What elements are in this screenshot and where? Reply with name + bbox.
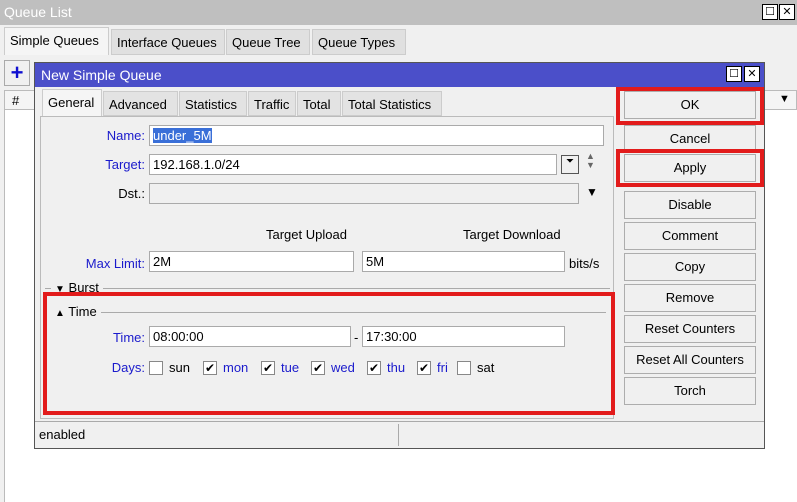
- time-section-label: Time: [68, 304, 97, 319]
- tab-traffic[interactable]: Traffic: [248, 91, 296, 116]
- burst-divider: [45, 288, 610, 289]
- checkbox-checked-icon[interactable]: ✔: [367, 360, 381, 375]
- day-label: sat: [477, 360, 495, 375]
- time-separator: -: [354, 330, 359, 345]
- remove-button[interactable]: Remove: [624, 284, 756, 312]
- close-icon[interactable]: ✕: [744, 66, 760, 82]
- time-highlight-box: [43, 292, 615, 415]
- checkbox-checked-icon[interactable]: ✔: [311, 360, 325, 375]
- reset-all-counters-button[interactable]: Reset All Counters: [624, 346, 756, 374]
- target-input[interactable]: 192.168.1.0/24: [149, 154, 557, 175]
- checkbox-checked-icon[interactable]: ✔: [417, 360, 431, 375]
- copy-button[interactable]: Copy: [624, 253, 756, 281]
- time-end-value: 17:30:00: [366, 329, 417, 344]
- status-divider: [398, 424, 399, 446]
- time-divider: [51, 312, 606, 313]
- status-bar: enabled: [35, 421, 764, 447]
- day-label: thu: [387, 360, 406, 375]
- comment-button[interactable]: Comment: [624, 222, 756, 250]
- day-sat[interactable]: sat: [457, 360, 497, 375]
- maximize-icon[interactable]: ☐: [726, 66, 742, 82]
- tab-interface-queues[interactable]: Interface Queues: [111, 29, 225, 55]
- checkbox-unchecked-icon[interactable]: [149, 360, 163, 375]
- apply-highlight-box: [616, 149, 764, 187]
- day-label: tue: [281, 360, 300, 375]
- close-icon[interactable]: ✕: [779, 4, 795, 20]
- tab-total[interactable]: Total: [297, 91, 341, 116]
- status-text: enabled: [39, 427, 86, 442]
- dialog-titlebar: New Simple Queue: [35, 63, 764, 87]
- day-label: sun: [169, 360, 190, 375]
- name-input[interactable]: under_5M: [149, 125, 604, 146]
- days-checkboxes: sun ✔ mon ✔ tue ✔ wed ✔ thu ✔ fri sat: [149, 360, 497, 375]
- max-limit-label: Max Limit:: [85, 256, 145, 271]
- upload-header: Target Upload: [266, 227, 347, 242]
- ok-highlight-box: [616, 87, 764, 125]
- day-tue[interactable]: ✔ tue: [261, 360, 311, 375]
- name-label: Name:: [106, 128, 145, 143]
- tab-queue-types[interactable]: Queue Types: [312, 29, 406, 55]
- day-fri[interactable]: ✔ fri: [417, 360, 457, 375]
- time-label: Time:: [112, 330, 145, 345]
- tab-total-statistics[interactable]: Total Statistics: [342, 91, 442, 116]
- target-dropdown-icon[interactable]: ⏷: [561, 155, 579, 174]
- reset-counters-button[interactable]: Reset Counters: [624, 315, 756, 343]
- torch-button[interactable]: Torch: [624, 377, 756, 405]
- dst-dropdown-icon[interactable]: ▼: [586, 185, 598, 199]
- add-icon[interactable]: +: [4, 60, 30, 86]
- checkbox-checked-icon[interactable]: ✔: [203, 360, 217, 375]
- time-start-input[interactable]: 08:00:00: [149, 326, 351, 347]
- day-wed[interactable]: ✔ wed: [311, 360, 367, 375]
- day-mon[interactable]: ✔ mon: [203, 360, 261, 375]
- tab-statistics[interactable]: Statistics: [179, 91, 247, 116]
- day-sun[interactable]: sun: [149, 360, 203, 375]
- day-label: wed: [331, 360, 355, 375]
- target-value: 192.168.1.0/24: [153, 157, 240, 172]
- days-label: Days:: [111, 360, 145, 375]
- tab-advanced[interactable]: Advanced: [103, 91, 178, 116]
- tab-simple-queues[interactable]: Simple Queues: [4, 27, 109, 55]
- column-hash[interactable]: #: [12, 93, 19, 108]
- dst-input[interactable]: [149, 183, 579, 204]
- tab-general[interactable]: General: [42, 89, 102, 117]
- checkbox-checked-icon[interactable]: ✔: [261, 360, 275, 375]
- dst-label: Dst.:: [118, 186, 145, 201]
- upload-value: 2M: [153, 254, 172, 269]
- time-toggle[interactable]: ▲ Time: [51, 304, 101, 319]
- disable-button[interactable]: Disable: [624, 191, 756, 219]
- target-label: Target:: [105, 157, 145, 172]
- maximize-icon[interactable]: ☐: [762, 4, 778, 20]
- new-simple-queue-dialog: New Simple Queue ☐ ✕ General Advanced St…: [34, 62, 765, 449]
- download-header: Target Download: [463, 227, 561, 242]
- window-titlebar: Queue List: [0, 0, 797, 25]
- tab-queue-tree[interactable]: Queue Tree: [226, 29, 310, 55]
- time-end-input[interactable]: 17:30:00: [362, 326, 565, 347]
- dialog-title: New Simple Queue: [41, 67, 162, 83]
- unit-label: bits/s: [569, 256, 600, 271]
- day-label: fri: [437, 360, 448, 375]
- download-value: 5M: [366, 254, 385, 269]
- day-label: mon: [223, 360, 249, 375]
- download-limit-input[interactable]: 5M: [362, 251, 565, 272]
- day-thu[interactable]: ✔ thu: [367, 360, 417, 375]
- time-start-value: 08:00:00: [153, 329, 204, 344]
- checkbox-unchecked-icon[interactable]: [457, 360, 471, 375]
- window-title: Queue List: [4, 4, 72, 20]
- upload-limit-input[interactable]: 2M: [149, 251, 354, 272]
- collapse-up-icon: ▲: [55, 308, 65, 319]
- target-remove-icon[interactable]: ▲ ▼: [586, 152, 595, 170]
- name-value: under_5M: [153, 128, 212, 143]
- column-dropdown-icon[interactable]: ▼: [779, 93, 790, 105]
